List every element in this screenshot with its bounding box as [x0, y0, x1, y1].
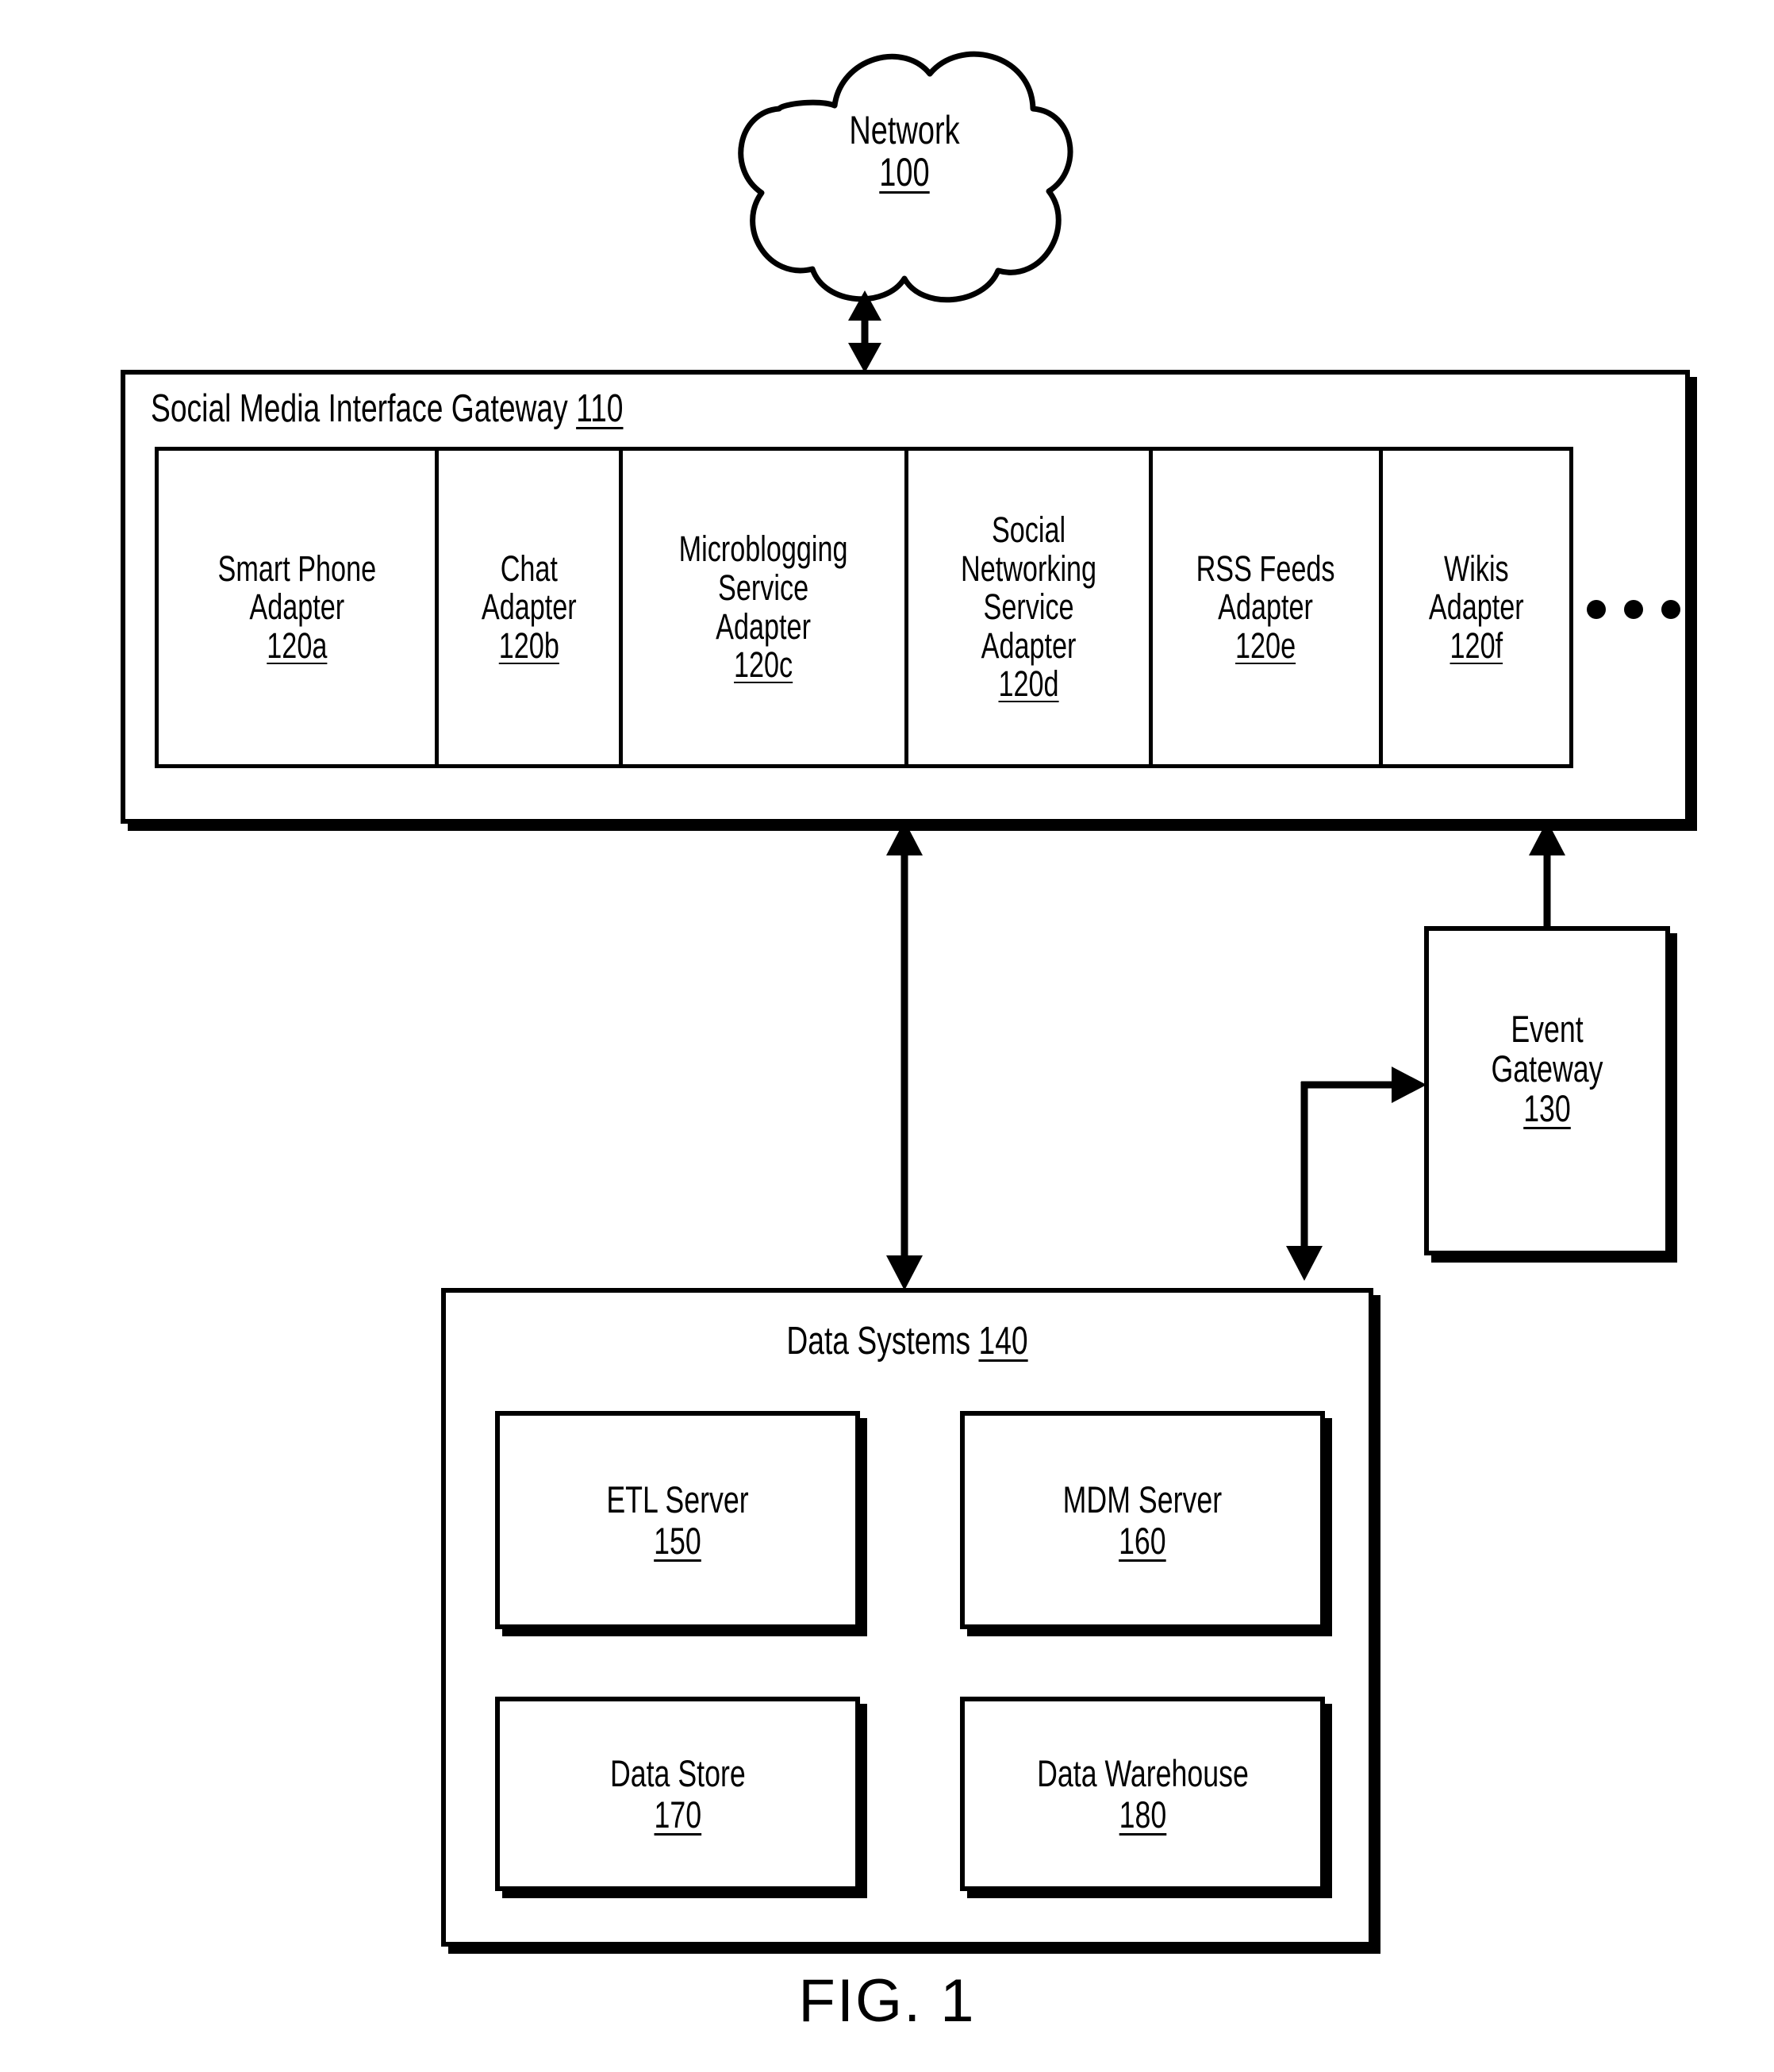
adapter-wikis-ref: 120f: [1450, 625, 1503, 666]
adapter-social-networking-ref: 120d: [998, 663, 1059, 705]
adapter-wikis-name: Wikis Adapter: [1428, 548, 1524, 628]
etl-server-name: ETL Server: [606, 1478, 749, 1520]
network-name: Network: [849, 108, 960, 152]
adapter-strip: Smart Phone Adapter 120a Chat Adapter 12…: [155, 447, 1573, 768]
ellipsis-dot-3: [1661, 600, 1680, 619]
patent-figure-1: Network 100 Social Media Interface Gatewa…: [0, 0, 1774, 2072]
adapter-chat[interactable]: Chat Adapter 120b: [439, 451, 623, 764]
gateway-ref: 110: [576, 387, 624, 430]
adapter-social-networking[interactable]: Social Networking Service Adapter 120d: [908, 451, 1153, 764]
ellipsis-dot-2: [1624, 600, 1643, 619]
etl-server-ref: 150: [654, 1519, 701, 1562]
connector-gateway-to-data-systems: [886, 821, 923, 1290]
mdm-server-name: MDM Server: [1062, 1478, 1223, 1520]
data-warehouse-box[interactable]: Data Warehouse 180: [960, 1697, 1325, 1891]
adapter-rss-feeds-text: RSS Feeds Adapter 120e: [1196, 548, 1335, 666]
connector-event-gateway-to-gateway: [1529, 821, 1565, 926]
ellipsis-icon: [1587, 599, 1680, 620]
connector-branch-event-data: [1286, 1067, 1426, 1281]
mdm-server-box[interactable]: MDM Server 160: [960, 1411, 1325, 1629]
adapter-chat-name: Chat Adapter: [481, 548, 577, 628]
adapter-smart-phone[interactable]: Smart Phone Adapter 120a: [159, 451, 439, 764]
adapter-microblogging[interactable]: Microblogging Service Adapter 120c: [623, 451, 908, 764]
event-gateway-label: Event Gateway 130: [1453, 1009, 1641, 1128]
mdm-server-text: MDM Server 160: [1062, 1478, 1223, 1562]
gateway-name: Social Media Interface Gateway: [151, 387, 568, 430]
adapter-microblogging-ref: 120c: [734, 644, 793, 686]
adapter-chat-ref: 120b: [498, 625, 559, 666]
data-systems-name: Data Systems: [786, 1320, 971, 1363]
figure-caption: FIG. 1: [798, 1967, 976, 2035]
network-ref: 100: [879, 150, 930, 194]
etl-server-text: ETL Server 150: [606, 1478, 749, 1562]
data-systems-title: Data Systems 140: [553, 1320, 1261, 1363]
adapter-chat-text: Chat Adapter 120b: [481, 548, 577, 666]
ellipsis-dot-1: [1587, 600, 1606, 619]
data-systems-ref: 140: [978, 1320, 1028, 1363]
adapter-microblogging-name: Microblogging Service Adapter: [679, 529, 848, 647]
adapter-smart-phone-ref: 120a: [266, 625, 328, 666]
event-gateway-name: Event Gateway: [1491, 1008, 1603, 1090]
data-warehouse-name: Data Warehouse: [1036, 1751, 1249, 1794]
mdm-server-ref: 160: [1119, 1519, 1166, 1562]
adapter-smart-phone-name: Smart Phone Adapter: [217, 548, 376, 628]
adapter-social-networking-name: Social Networking Service Adapter: [960, 509, 1097, 666]
data-store-ref: 170: [654, 1793, 701, 1836]
adapter-rss-feeds[interactable]: RSS Feeds Adapter 120e: [1153, 451, 1383, 764]
adapter-smart-phone-text: Smart Phone Adapter 120a: [217, 548, 376, 666]
data-warehouse-ref: 180: [1119, 1793, 1166, 1836]
adapter-rss-feeds-name: RSS Feeds Adapter: [1196, 548, 1335, 628]
adapter-rss-feeds-ref: 120e: [1235, 625, 1296, 666]
adapter-microblogging-text: Microblogging Service Adapter 120c: [679, 529, 848, 686]
adapter-social-networking-text: Social Networking Service Adapter 120d: [960, 509, 1097, 705]
data-store-name: Data Store: [609, 1751, 746, 1794]
data-warehouse-text: Data Warehouse 180: [1036, 1751, 1249, 1836]
event-gateway-ref: 130: [1523, 1086, 1571, 1129]
gateway-title: Social Media Interface Gateway 110: [151, 387, 633, 430]
etl-server-box[interactable]: ETL Server 150: [495, 1411, 860, 1629]
network-label: Network 100: [766, 110, 1043, 194]
adapter-wikis[interactable]: Wikis Adapter 120f: [1383, 451, 1569, 764]
data-store-box[interactable]: Data Store 170: [495, 1697, 860, 1891]
adapter-wikis-text: Wikis Adapter 120f: [1428, 548, 1524, 666]
data-store-text: Data Store 170: [609, 1751, 746, 1836]
